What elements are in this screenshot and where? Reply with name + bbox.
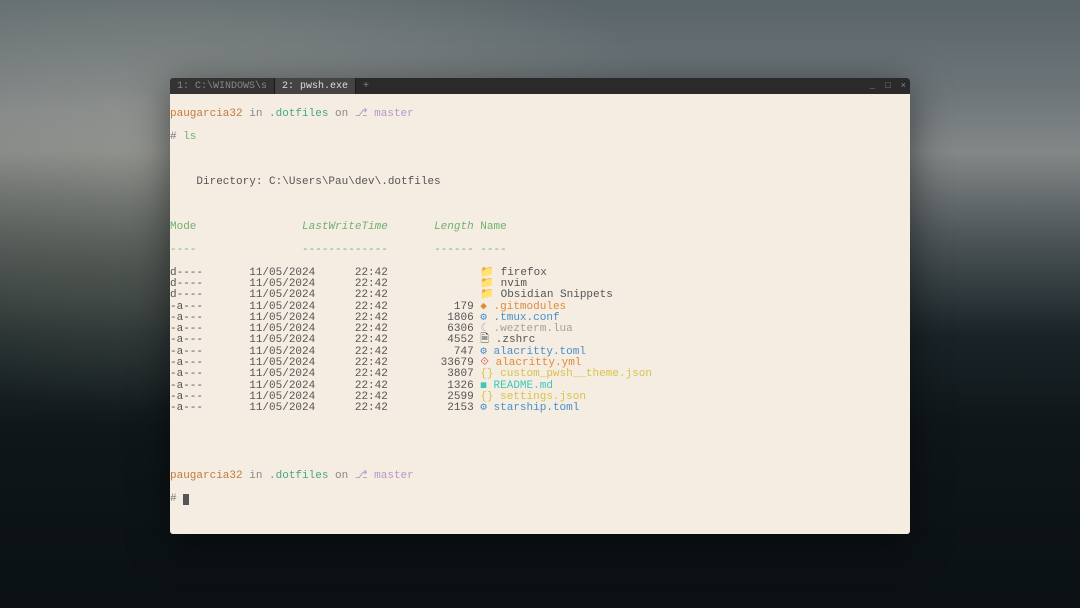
prompt-user-2: paugarcia32 [170, 470, 243, 482]
file-name: .zshrc [496, 334, 536, 346]
cursor [183, 494, 189, 505]
branch-icon: ⎇ [355, 470, 374, 482]
table-header: Mode LastWriteTime Length Name [170, 222, 910, 233]
prompt-dir: .dotfiles [269, 108, 328, 120]
file-name: starship.toml [494, 402, 580, 414]
directory-line: Directory: C:\Users\Pau\dev\.dotfiles [170, 177, 910, 188]
prompt-hash: # [170, 131, 183, 143]
tab-add-button[interactable]: + [356, 81, 376, 92]
prompt-user: paugarcia32 [170, 108, 243, 120]
file-icon: 🗎 [480, 334, 489, 346]
branch-icon: ⎇ [355, 108, 374, 120]
prompt-on: on [328, 108, 354, 120]
table-row: -a--- 11/05/2024 22:42 2153 ⚙ starship.t… [170, 403, 910, 414]
file-name: firefox [501, 267, 547, 279]
command-text: ls [183, 131, 196, 143]
file-name: .tmux.conf [494, 312, 560, 324]
file-icon: 📁 [480, 267, 494, 279]
maximize-button[interactable]: □ [885, 81, 890, 91]
table-header-underline: ---- ------------- ------ ---- [170, 245, 910, 256]
prompt-branch: master [374, 108, 414, 120]
terminal-body[interactable]: paugarcia32 in .dotfiles on ⎇ master # l… [170, 94, 910, 534]
prompt-hash-2: # [170, 493, 183, 505]
file-name: README.md [494, 380, 553, 392]
file-icon: ⚙ [480, 346, 487, 358]
file-icon: ◼ [480, 380, 487, 392]
tab-1[interactable]: 1: C:\WINDOWS\s [170, 78, 275, 94]
terminal-window: 1: C:\WINDOWS\s 2: pwsh.exe + _ □ × paug… [170, 78, 910, 534]
tab-2[interactable]: 2: pwsh.exe [275, 78, 356, 94]
titlebar: 1: C:\WINDOWS\s 2: pwsh.exe + _ □ × [170, 78, 910, 94]
file-icon: ◆ [480, 301, 487, 313]
file-icon: {} [480, 391, 493, 403]
file-icon: ⚙ [480, 312, 487, 324]
file-icon: ⚙ [480, 402, 487, 414]
prompt-in: in [243, 108, 269, 120]
close-button[interactable]: × [901, 81, 906, 91]
file-name: alacritty.yml [496, 357, 582, 369]
file-icon: ⟐ [480, 357, 489, 369]
file-icon: {} [480, 368, 493, 380]
minimize-button[interactable]: _ [870, 81, 875, 91]
file-listing: d---- 11/05/2024 22:42 📁 firefoxd---- 11… [170, 268, 910, 415]
prompt-dir-2: .dotfiles [269, 470, 328, 482]
file-name: settings.json [500, 391, 586, 403]
file-icon: 📁 [480, 289, 494, 301]
file-name: Obsidian Snippets [501, 289, 613, 301]
file-name: .gitmodules [494, 301, 567, 313]
file-name: custom_pwsh__theme.json [500, 368, 652, 380]
file-name: alacritty.toml [494, 346, 586, 358]
